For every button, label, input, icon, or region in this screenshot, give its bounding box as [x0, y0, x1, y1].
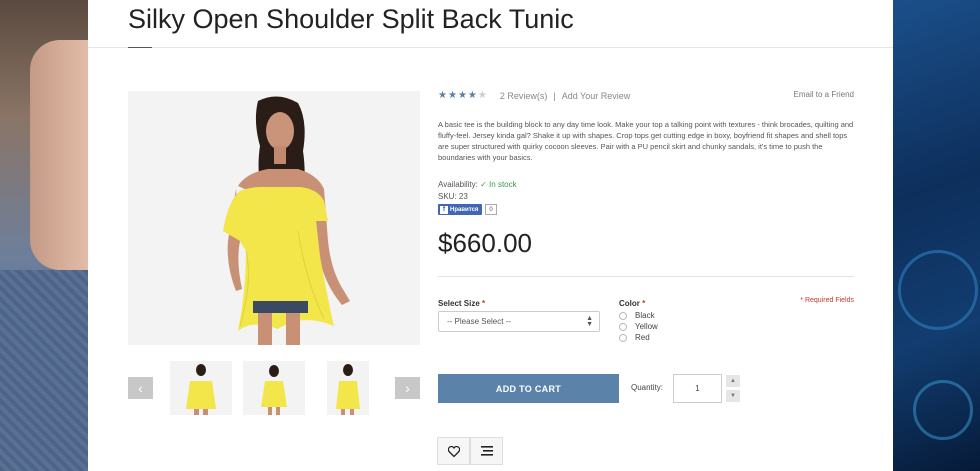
star-icon: ★: [457, 90, 468, 101]
wishlist-button[interactable]: [437, 437, 470, 465]
model-photo: [223, 96, 350, 345]
availability-label: Availability:: [438, 180, 478, 189]
color-option-black[interactable]: Black: [619, 311, 655, 320]
add-to-cart-button[interactable]: ADD TO CART: [438, 374, 619, 403]
chevron-down-icon: ▼: [730, 393, 736, 399]
product-title: Silky Open Shoulder Split Back Tunic: [128, 4, 574, 34]
color-option-yellow[interactable]: Yellow: [619, 322, 658, 331]
quantity-increase-button[interactable]: ▲: [726, 375, 740, 387]
chevron-right-icon: ›: [405, 380, 410, 396]
add-review-link[interactable]: Add Your Review: [562, 91, 631, 101]
background-left: [0, 0, 88, 471]
background-swirl: [913, 380, 973, 440]
facebook-like-button[interactable]: f Нравится: [438, 204, 483, 215]
size-select[interactable]: -- Please Select -- ▲ ▼: [438, 311, 600, 332]
separator: |: [553, 90, 556, 101]
thumbnail-1[interactable]: [170, 361, 232, 415]
color-option-label: Red: [635, 333, 650, 342]
quantity-input[interactable]: 1: [673, 374, 722, 403]
header-divider: [88, 47, 893, 48]
chevron-up-icon: ▲: [730, 378, 736, 384]
chevron-updown-icon: ▲ ▼: [586, 315, 593, 328]
facebook-icon: f: [440, 205, 448, 214]
availability-value: In stock: [489, 180, 517, 189]
radio-button[interactable]: [619, 311, 627, 320]
product-price: $660.00: [438, 228, 532, 258]
radio-button[interactable]: [619, 322, 627, 331]
thumbnail-3[interactable]: [327, 361, 369, 415]
required-fields-note: * Required Fields: [800, 297, 854, 304]
price-divider: [438, 276, 854, 277]
check-icon: ✓: [480, 180, 487, 189]
reviews-link[interactable]: 2 Review(s): [500, 91, 548, 101]
email-friend-link[interactable]: Email to a Friend: [794, 90, 854, 99]
heart-icon: [447, 445, 460, 457]
radio-button[interactable]: [619, 333, 627, 342]
product-description: A basic tee is the building block to any…: [438, 120, 854, 162]
chevron-left-icon: ‹: [138, 380, 143, 396]
title-underline: [128, 47, 152, 48]
star-icon: ★: [477, 90, 488, 101]
star-icon: ★: [438, 90, 448, 101]
background-right: [893, 0, 980, 471]
compare-icon: [480, 446, 493, 456]
background-jeans: [0, 270, 88, 471]
facebook-like: f Нравится 0: [438, 204, 497, 215]
size-label-text: Select Size: [438, 299, 480, 308]
product-panel: Silky Open Shoulder Split Back Tunic ‹ ›…: [88, 0, 893, 471]
like-count: 0: [485, 204, 497, 215]
color-option-label: Black: [635, 311, 655, 320]
thumbnail-image: [261, 365, 287, 415]
color-label-text: Color: [619, 299, 640, 308]
availability: Availability: ✓ In stock: [438, 180, 517, 189]
like-label: Нравится: [450, 206, 479, 213]
size-label: Select Size *: [438, 299, 485, 308]
star-icon: ★: [447, 90, 458, 101]
gallery-prev-button[interactable]: ‹: [128, 377, 153, 399]
quantity-decrease-button[interactable]: ▼: [726, 390, 740, 402]
rating-row: ★★★★★ 2 Review(s) | Add Your Review: [438, 90, 630, 101]
color-option-label: Yellow: [635, 322, 658, 331]
thumbnail-2[interactable]: [243, 361, 305, 415]
background-figure: [30, 40, 88, 270]
quantity-label: Quantity:: [631, 383, 664, 392]
thumbnail-image: [336, 364, 360, 415]
color-option-red[interactable]: Red: [619, 333, 650, 342]
sku: SKU: 23: [438, 192, 468, 201]
main-product-image[interactable]: [128, 91, 420, 345]
thumbnail-image: [186, 364, 216, 415]
background-swirl: [898, 250, 978, 330]
required-mark: *: [482, 299, 486, 308]
gallery-next-button[interactable]: ›: [395, 377, 420, 399]
color-label: Color *: [619, 299, 645, 308]
star-icon: ★: [467, 90, 478, 101]
size-select-value: -- Please Select --: [447, 317, 512, 326]
rating-stars: ★★★★★: [438, 90, 488, 101]
required-mark: *: [642, 299, 646, 308]
compare-button[interactable]: [470, 437, 503, 465]
